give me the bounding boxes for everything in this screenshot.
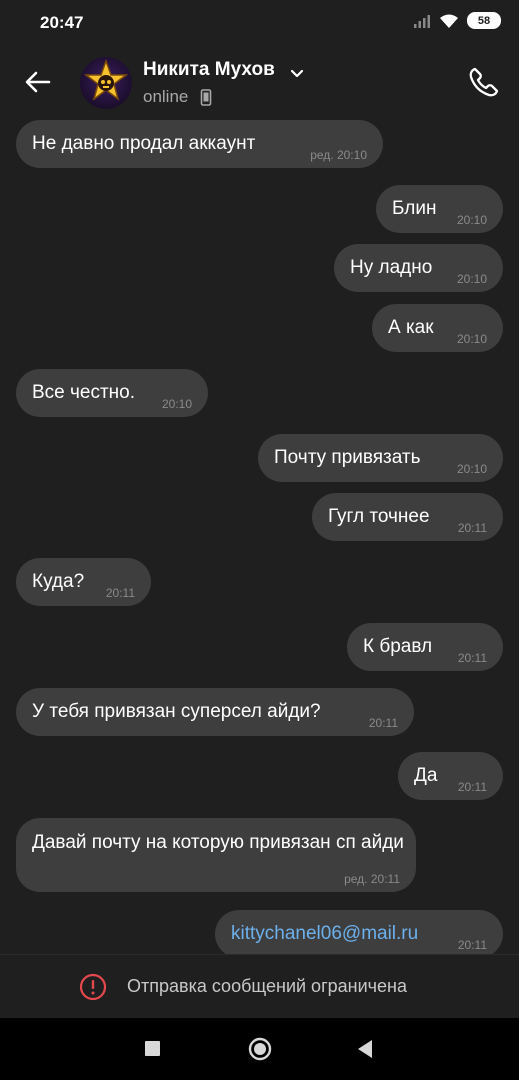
contact-status: online	[143, 87, 189, 106]
message-incoming[interactable]: Все честно. 20:10	[16, 369, 208, 417]
message-text: К бравл	[363, 636, 433, 657]
message-outgoing[interactable]: Блин 20:10	[376, 185, 503, 233]
message-time: 20:11	[457, 651, 487, 665]
message-outgoing[interactable]: А как 20:10	[372, 304, 503, 352]
status-bar: 20:47 58	[0, 0, 519, 46]
message-incoming[interactable]: Давай почту на которую привязан сп айди …	[16, 818, 416, 892]
message-outgoing[interactable]: Да 20:11	[398, 752, 503, 800]
restriction-text: Отправка сообщений ограничена	[127, 976, 407, 996]
message-outgoing[interactable]: К бравл 20:11	[347, 623, 503, 671]
message-text: Да	[414, 765, 438, 786]
message-text: Не давно продал аккаунт	[32, 133, 256, 154]
chat-header: Никита Мухов online	[0, 46, 519, 120]
recents-icon[interactable]	[145, 1041, 160, 1056]
message-incoming[interactable]: Не давно продал аккаунт ред. 20:10	[16, 120, 383, 168]
contact-name[interactable]: Никита Мухов	[143, 59, 275, 81]
message-text: Куда?	[32, 571, 85, 592]
message-text: А как	[388, 317, 434, 338]
message-outgoing[interactable]: Гугл точнее 20:11	[312, 493, 503, 541]
message-outgoing[interactable]: Почту привязать 20:10	[258, 434, 503, 482]
message-time: 20:11	[457, 521, 487, 535]
mobile-device-icon	[200, 89, 212, 106]
message-time: 20:11	[105, 586, 135, 600]
message-time: 20:10	[456, 332, 487, 346]
message-text: Гугл точнее	[328, 506, 430, 527]
email-link[interactable]: kittychanel06@mail.ru	[231, 923, 418, 945]
message-time: 20:10	[456, 272, 487, 286]
message-time: 20:11	[457, 938, 487, 952]
message-list[interactable]: Не давно продал аккаунт ред. 20:10 Блин …	[0, 120, 519, 954]
message-time: 20:10	[161, 397, 192, 411]
message-time: 20:11	[368, 716, 398, 730]
signal-icon	[414, 14, 430, 28]
message-time: 20:10	[456, 213, 487, 227]
status-time: 20:47	[40, 13, 84, 32]
message-incoming[interactable]: У тебя привязан суперсел айди? 20:11	[16, 688, 414, 736]
message-text: Все честно.	[32, 382, 136, 403]
call-icon[interactable]	[466, 64, 502, 100]
battery-indicator: 58	[467, 12, 501, 29]
message-outgoing[interactable]: kittychanel06@mail.ru 20:11	[215, 910, 503, 954]
home-icon[interactable]	[248, 1037, 272, 1061]
restriction-bar: Отправка сообщений ограничена	[0, 954, 519, 1019]
message-text: Ну ладно	[350, 257, 433, 278]
message-text: Почту привязать	[274, 447, 421, 468]
avatar[interactable]	[80, 57, 132, 109]
skull-star-icon	[83, 58, 129, 101]
wifi-icon	[440, 14, 458, 28]
back-arrow-icon[interactable]	[22, 66, 54, 98]
message-time: 20:10	[456, 462, 487, 476]
message-incoming[interactable]: Куда? 20:11	[16, 558, 151, 606]
alert-circle-icon	[79, 973, 107, 1001]
message-time: ред. 20:11	[344, 872, 400, 886]
message-time: 20:11	[457, 780, 487, 794]
status-icons: 58	[413, 12, 501, 29]
system-nav-bar	[0, 1018, 519, 1080]
nav-back-icon[interactable]	[356, 1039, 374, 1059]
message-text: Давай почту на которую привязан сп айди	[32, 832, 404, 853]
message-outgoing[interactable]: Ну ладно 20:10	[334, 244, 503, 292]
message-text: У тебя привязан суперсел айди?	[32, 701, 321, 722]
message-time: ред. 20:10	[310, 148, 367, 162]
message-text: Блин	[392, 198, 437, 219]
chevron-down-icon[interactable]	[288, 64, 306, 82]
